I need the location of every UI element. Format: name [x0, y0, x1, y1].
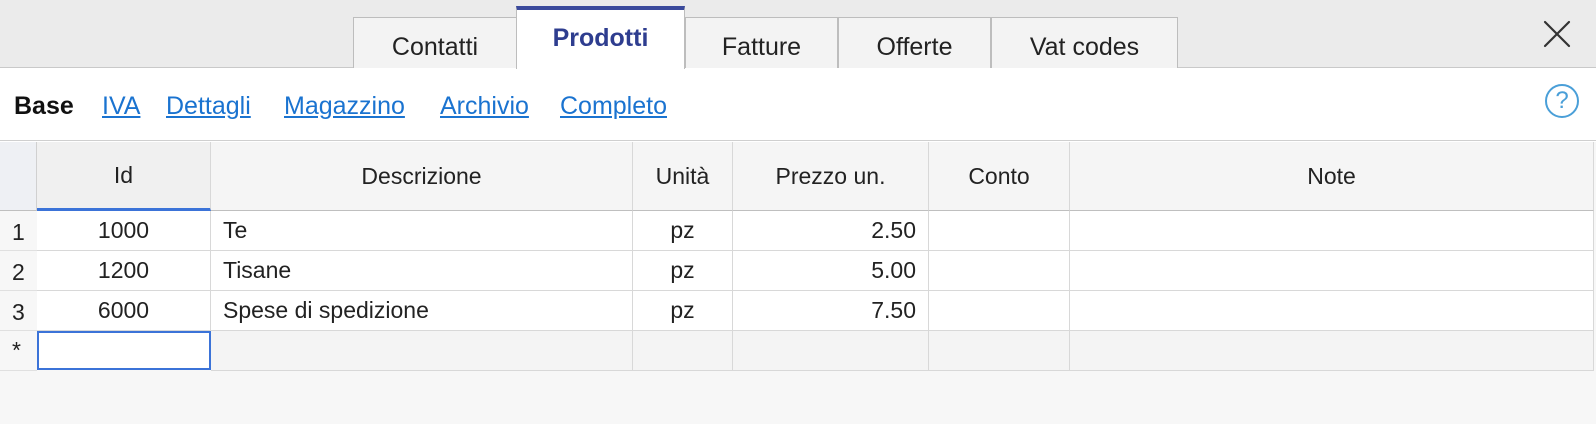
row-number[interactable]: 2	[0, 251, 37, 291]
table-corner	[0, 142, 37, 211]
new-row-cell[interactable]	[733, 331, 929, 371]
cell-conto[interactable]	[929, 211, 1070, 251]
cell-note[interactable]	[1070, 251, 1594, 291]
cell-prezzo[interactable]: 7.50	[733, 291, 929, 331]
tab-offerte[interactable]: Offerte	[838, 17, 991, 68]
new-row-cell[interactable]	[929, 331, 1070, 371]
view-archivio[interactable]: Archivio	[440, 91, 529, 121]
cell-id[interactable]: 6000	[37, 291, 211, 331]
cell-note[interactable]	[1070, 291, 1594, 331]
tab-fatture[interactable]: Fatture	[685, 17, 838, 68]
cell-unita[interactable]: pz	[633, 211, 733, 251]
new-row-marker[interactable]: *	[0, 331, 37, 371]
cell-id[interactable]: 1000	[37, 211, 211, 251]
column-header-conto[interactable]: Conto	[929, 142, 1070, 211]
cell-conto[interactable]	[929, 251, 1070, 291]
products-table: Id Descrizione Unità Prezzo un. Conto No…	[0, 142, 1596, 424]
tab-prodotti[interactable]: Prodotti	[516, 6, 685, 69]
tab-contatti[interactable]: Contatti	[353, 17, 517, 68]
column-header-descrizione[interactable]: Descrizione	[211, 142, 633, 211]
view-base[interactable]: Base	[14, 91, 74, 121]
cell-note[interactable]	[1070, 211, 1594, 251]
cell-prezzo[interactable]: 2.50	[733, 211, 929, 251]
cell-descrizione[interactable]: Te	[211, 211, 633, 251]
row-number[interactable]: 3	[0, 291, 37, 331]
cell-id[interactable]: 1200	[37, 251, 211, 291]
cell-unita[interactable]: pz	[633, 291, 733, 331]
cell-conto[interactable]	[929, 291, 1070, 331]
new-row-cell[interactable]	[633, 331, 733, 371]
close-icon[interactable]	[1543, 20, 1571, 48]
cell-descrizione[interactable]: Tisane	[211, 251, 633, 291]
view-iva[interactable]: IVA	[102, 91, 140, 121]
view-selector: Base IVA Dettagli Magazzino Archivio Com…	[0, 69, 1596, 141]
tab-bar: Contatti Fatture Offerte Vat codes Prodo…	[0, 0, 1596, 69]
view-magazzino[interactable]: Magazzino	[284, 91, 405, 121]
cell-prezzo[interactable]: 5.00	[733, 251, 929, 291]
new-row-cell[interactable]	[211, 331, 633, 371]
help-icon[interactable]: ?	[1545, 84, 1579, 118]
cell-descrizione[interactable]: Spese di spedizione	[211, 291, 633, 331]
column-header-prezzo[interactable]: Prezzo un.	[733, 142, 929, 211]
cell-unita[interactable]: pz	[633, 251, 733, 291]
view-completo[interactable]: Completo	[560, 91, 667, 121]
tab-vat-codes[interactable]: Vat codes	[991, 17, 1178, 68]
row-number[interactable]: 1	[0, 211, 37, 251]
view-dettagli[interactable]: Dettagli	[166, 91, 251, 121]
column-header-id[interactable]: Id	[37, 142, 211, 211]
column-header-unita[interactable]: Unità	[633, 142, 733, 211]
new-row-id-input[interactable]	[37, 331, 211, 370]
new-row-cell[interactable]	[1070, 331, 1594, 371]
column-header-note[interactable]: Note	[1070, 142, 1594, 211]
